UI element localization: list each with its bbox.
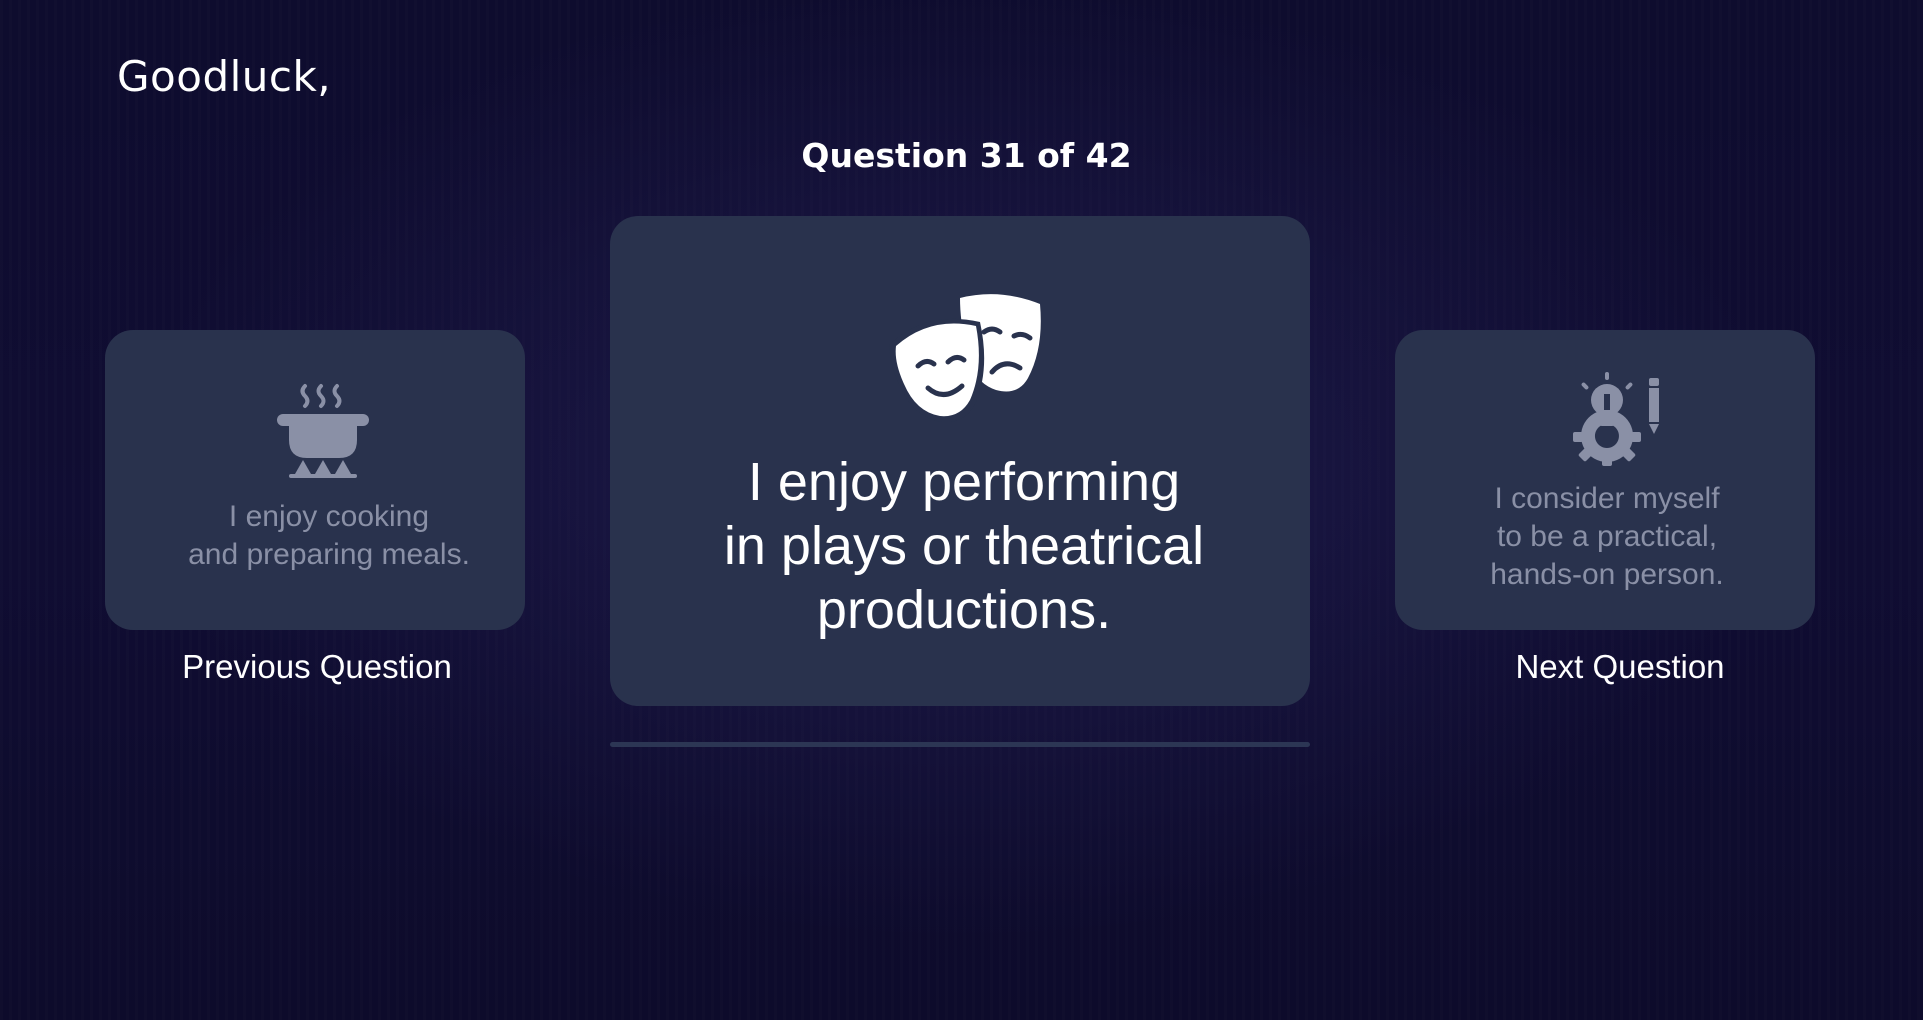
previous-question-button[interactable]: Previous Question xyxy=(105,648,529,686)
theater-masks-icon xyxy=(888,292,1044,426)
next-question-text: I consider myself to be a practical, han… xyxy=(1490,482,1724,591)
next-question-button[interactable]: Next Question xyxy=(1395,648,1845,686)
progress-bar xyxy=(610,742,1310,747)
lightbulb-gear-pencil-icon xyxy=(1571,370,1663,470)
previous-question-text: I enjoy cooking and preparing meals. xyxy=(188,500,470,571)
next-question-card[interactable]: I consider myself to be a practical, han… xyxy=(1395,330,1815,630)
current-question-card[interactable]: I enjoy performing in plays or theatrica… xyxy=(610,216,1310,706)
previous-question-card[interactable]: I enjoy cooking and preparing meals. xyxy=(105,330,525,630)
question-counter: Question 31 of 42 xyxy=(801,136,1132,175)
cooking-pot-icon xyxy=(273,376,373,484)
current-question-text: I enjoy performing in plays or theatrica… xyxy=(723,452,1205,640)
greeting-text: Goodluck, xyxy=(117,52,332,101)
